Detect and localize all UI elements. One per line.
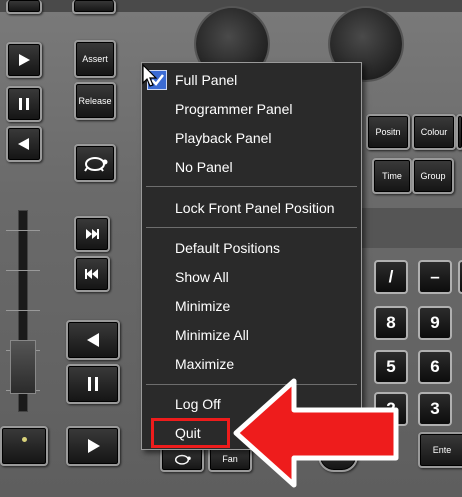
skip-back-icon	[85, 269, 98, 279]
turtle-button[interactable]	[74, 144, 116, 182]
skip-forward-icon	[86, 229, 99, 239]
quit-highlight-box	[151, 418, 230, 448]
attribute-button-edge[interactable]	[456, 114, 462, 150]
turtle-icon	[84, 157, 108, 172]
fader-handle[interactable]	[10, 340, 36, 394]
large-pause-button[interactable]	[66, 364, 120, 404]
top-button-2[interactable]	[72, 0, 116, 14]
group-button[interactable]: Group	[412, 158, 454, 194]
fader-tick	[6, 270, 40, 271]
pause-button[interactable]	[6, 86, 42, 122]
play-icon	[19, 54, 30, 66]
large-play-button[interactable]	[66, 426, 120, 466]
menu-item-maximize[interactable]: Maximize	[142, 351, 361, 377]
menu-item-label: Playback Panel	[175, 130, 272, 146]
menu-item-label: Maximize	[175, 356, 235, 372]
menu-item-minimize-all[interactable]: Minimize All	[142, 322, 361, 348]
play-icon	[88, 439, 100, 453]
menu-item-playback-panel[interactable]: Playback Panel	[142, 125, 361, 151]
release-button[interactable]: Release	[74, 82, 116, 120]
key-edge[interactable]	[458, 260, 462, 294]
assert-button[interactable]: Assert	[74, 40, 116, 78]
indicator-button[interactable]	[0, 426, 48, 466]
pause-icon	[19, 98, 29, 110]
back-icon	[87, 333, 99, 347]
fader-tick	[6, 230, 40, 231]
menu-item-full-panel[interactable]: Full Panel	[142, 67, 361, 93]
skip-back-button[interactable]	[74, 256, 110, 292]
skip-forward-button[interactable]	[74, 216, 110, 252]
top-left-button[interactable]	[6, 0, 42, 14]
turtle-icon	[175, 454, 191, 465]
menu-item-label: Minimize	[175, 298, 231, 314]
menu-item-label: Log Off	[175, 396, 221, 412]
key-6[interactable]: 6	[418, 350, 452, 384]
key-minus[interactable]: –	[418, 260, 452, 294]
large-back-button[interactable]	[66, 320, 120, 360]
back-icon	[18, 138, 29, 150]
menu-item-minimize[interactable]: Minimize	[142, 293, 361, 319]
keypad-strip	[362, 208, 462, 248]
key-9[interactable]: 9	[418, 306, 452, 340]
menu-item-label: Show All	[175, 269, 229, 285]
menu-separator	[146, 186, 357, 187]
time-button[interactable]: Time	[372, 158, 412, 194]
menu-item-label: Minimize All	[175, 327, 249, 343]
pause-icon	[88, 377, 98, 391]
position-button[interactable]: Positn	[366, 114, 410, 150]
cursor-icon	[142, 64, 158, 87]
menu-item-label: No Panel	[175, 159, 233, 175]
key-3[interactable]: 3	[418, 392, 452, 426]
menu-item-label: Full Panel	[175, 72, 238, 88]
play-button[interactable]	[6, 42, 42, 78]
key-divide[interactable]: /	[374, 260, 408, 294]
menu-item-label: Programmer Panel	[175, 101, 293, 117]
colour-button[interactable]: Colour	[412, 114, 456, 150]
menu-item-show-all[interactable]: Show All	[142, 264, 361, 290]
key-8[interactable]: 8	[374, 306, 408, 340]
enter-button[interactable]: Ente	[418, 432, 462, 468]
back-button[interactable]	[6, 126, 42, 162]
menu-item-default-positions[interactable]: Default Positions	[142, 235, 361, 261]
menu-item-programmer-panel[interactable]: Programmer Panel	[142, 96, 361, 122]
menu-item-label: Default Positions	[175, 240, 281, 256]
led-icon	[21, 436, 27, 442]
fader-tick	[6, 310, 40, 311]
menu-separator	[146, 227, 357, 228]
menu-item-no-panel[interactable]: No Panel	[142, 154, 361, 180]
menu-item-lock-front-panel[interactable]: Lock Front Panel Position	[142, 195, 361, 221]
red-arrow-icon	[233, 378, 399, 488]
menu-item-label: Lock Front Panel Position	[175, 200, 335, 216]
